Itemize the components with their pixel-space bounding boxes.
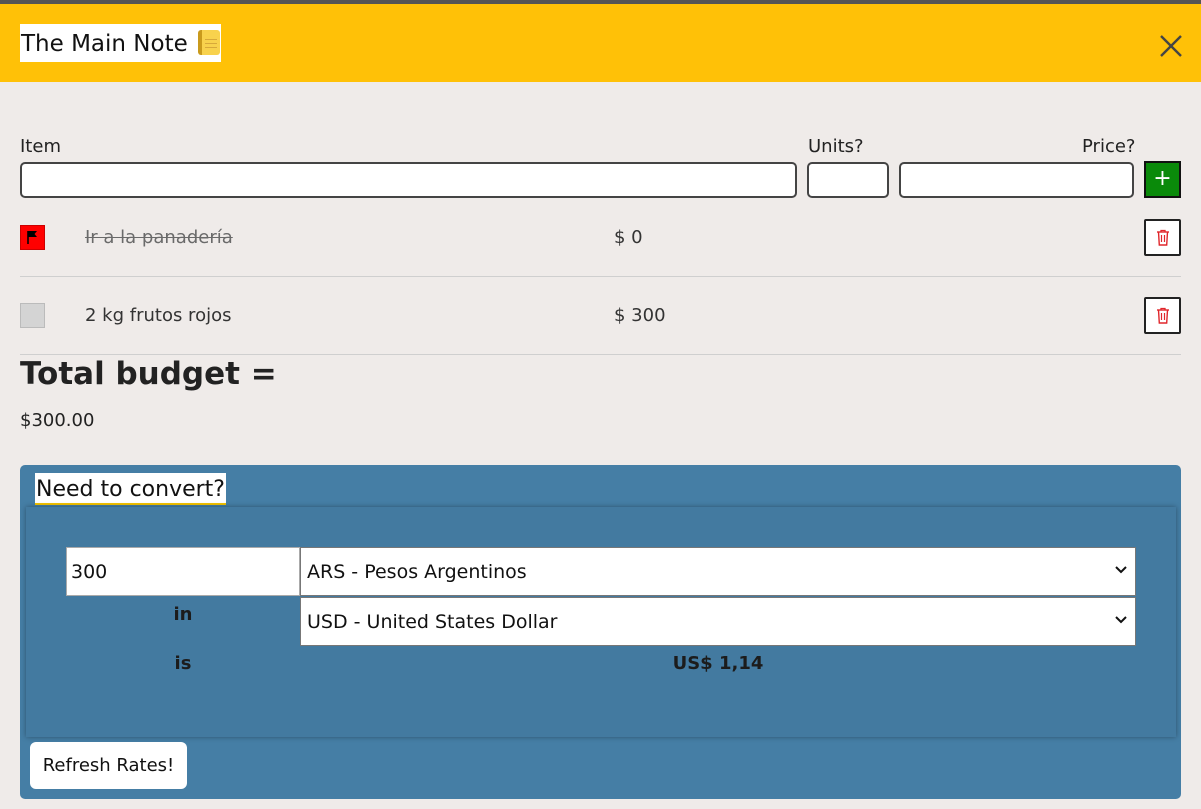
list-item: 2 kg frutos rojos $ 300	[20, 277, 1181, 355]
units-input[interactable]	[807, 162, 889, 198]
add-item-button[interactable]: +	[1144, 161, 1181, 198]
converter-panel: 300 ARS - Pesos Argentinos in USD - Unit…	[26, 507, 1176, 737]
delete-item-button[interactable]	[1144, 219, 1181, 256]
delete-item-button[interactable]	[1144, 297, 1181, 334]
converter-title: Need to convert?	[35, 473, 226, 505]
note-title: The Main Note	[20, 24, 221, 62]
close-icon[interactable]	[1157, 32, 1185, 60]
is-label: is	[174, 653, 192, 674]
in-label: in	[173, 604, 193, 625]
total-budget-label: Total budget =	[20, 356, 277, 392]
notebook-icon	[197, 30, 220, 55]
flag-icon	[27, 231, 37, 244]
item-input[interactable]	[20, 162, 797, 198]
to-currency-value: USD - United States Dollar	[307, 611, 558, 633]
item-price: $ 0	[614, 227, 643, 248]
trash-icon	[1157, 229, 1169, 246]
from-currency-select[interactable]: ARS - Pesos Argentinos	[300, 547, 1136, 596]
currency-converter: Need to convert? 300 ARS - Pesos Argenti…	[20, 465, 1181, 799]
amount-input[interactable]: 300	[66, 547, 300, 596]
list-item: Ir a la panadería $ 0	[20, 199, 1181, 277]
item-text: Ir a la panadería	[85, 227, 233, 248]
units-label: Units?	[808, 136, 864, 157]
item-price: $ 300	[614, 305, 666, 326]
total-budget-value: $300.00	[20, 410, 95, 431]
chevron-down-icon	[1115, 616, 1127, 624]
item-label: Item	[20, 136, 61, 157]
conversion-result: US$ 1,14	[672, 653, 764, 674]
to-currency-select[interactable]: USD - United States Dollar	[300, 597, 1136, 646]
note-title-text: The Main Note	[21, 31, 188, 57]
note-header: The Main Note	[0, 4, 1201, 82]
item-text: 2 kg frutos rojos	[85, 305, 232, 326]
refresh-rates-button[interactable]: Refresh Rates!	[30, 742, 187, 789]
from-currency-value: ARS - Pesos Argentinos	[307, 561, 527, 583]
price-label: Price?	[1082, 136, 1136, 157]
item-checkbox[interactable]	[20, 303, 45, 328]
trash-icon	[1157, 307, 1169, 324]
chevron-down-icon	[1115, 566, 1127, 574]
price-input[interactable]	[899, 162, 1134, 198]
item-checkbox[interactable]	[20, 225, 45, 250]
